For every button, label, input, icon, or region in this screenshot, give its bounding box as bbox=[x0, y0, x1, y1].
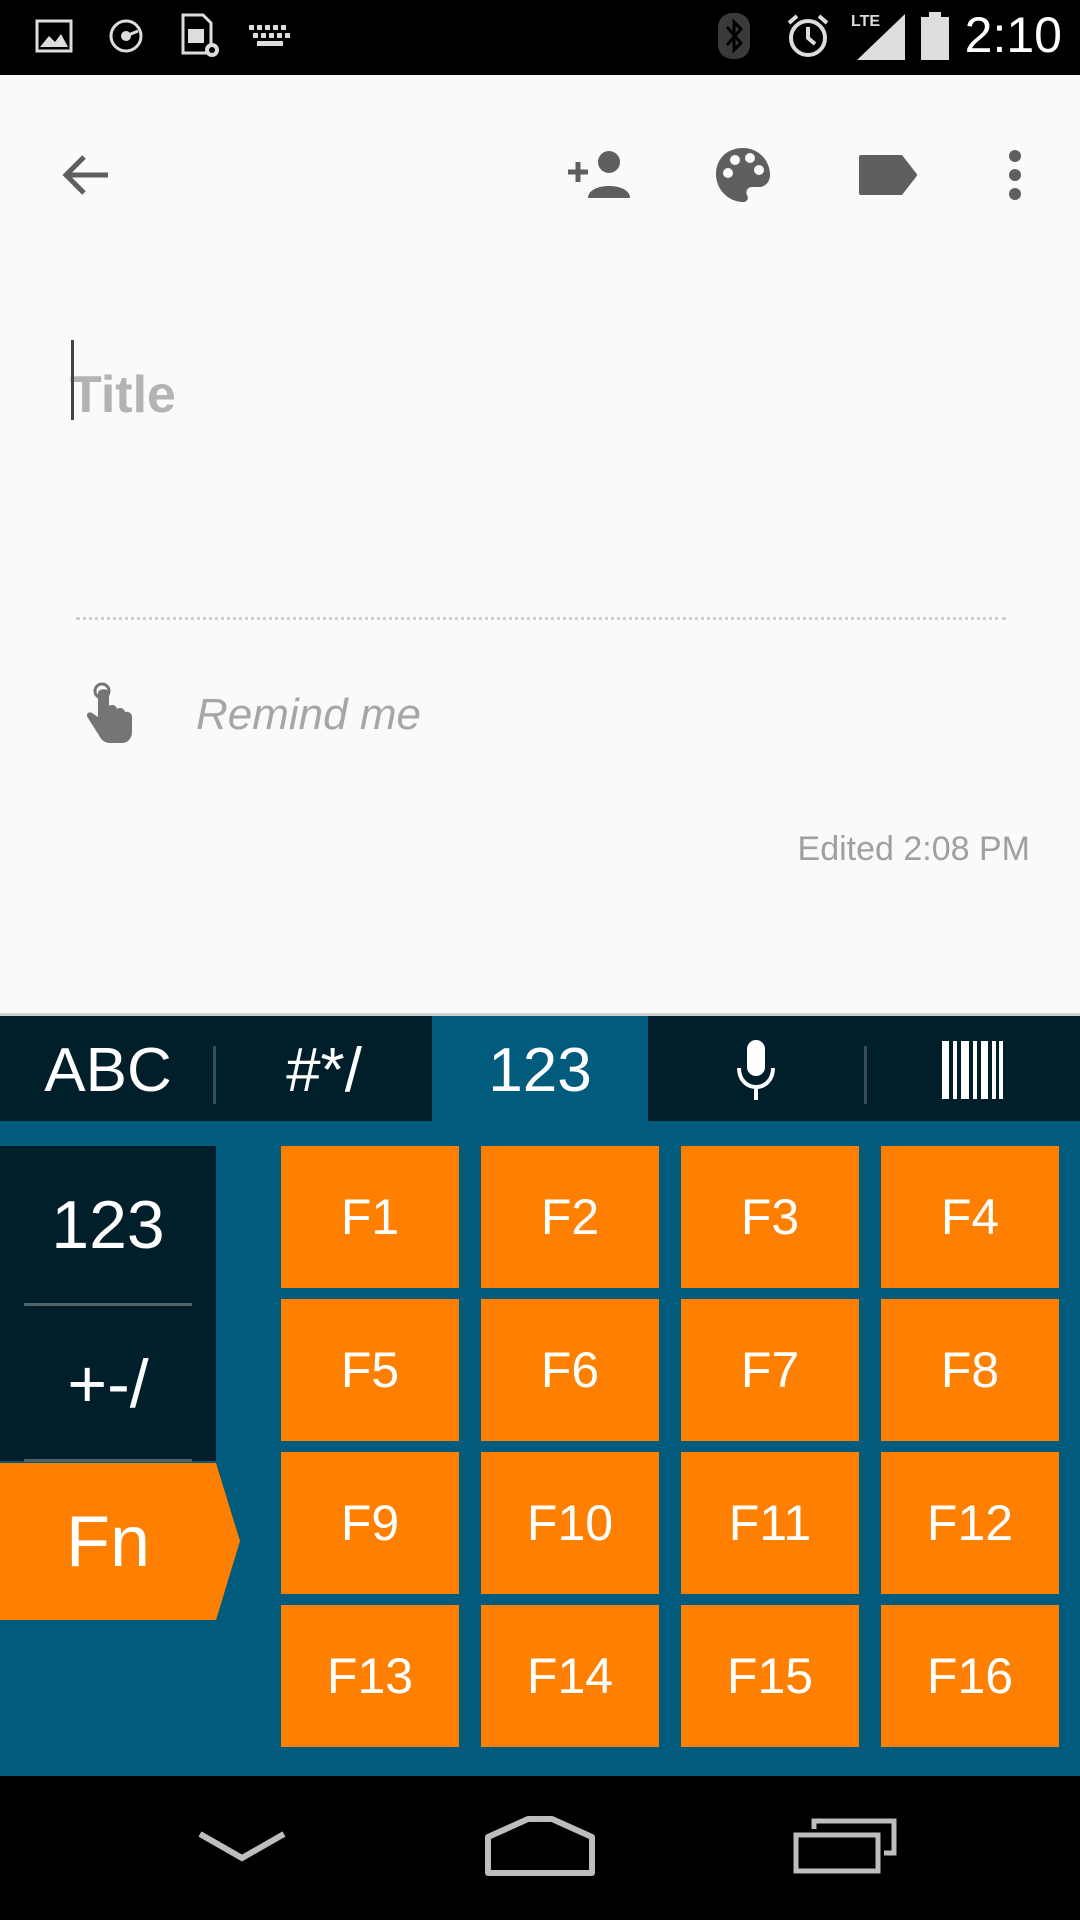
recents-icon[interactable] bbox=[775, 1796, 915, 1896]
text-cursor bbox=[71, 340, 74, 420]
image-icon bbox=[34, 10, 74, 62]
tab-abc[interactable]: ABC bbox=[0, 1016, 216, 1124]
navigation-bar bbox=[0, 1776, 1080, 1920]
barcode-icon[interactable] bbox=[864, 1016, 1080, 1124]
label-icon[interactable] bbox=[843, 130, 933, 220]
battery-icon bbox=[918, 10, 952, 62]
f1-key[interactable]: F1 bbox=[281, 1146, 459, 1288]
reminder-finger-icon bbox=[80, 681, 136, 750]
divider bbox=[76, 617, 1006, 620]
f2-key[interactable]: F2 bbox=[481, 1146, 659, 1288]
f9-key[interactable]: F9 bbox=[281, 1452, 459, 1594]
mode-fn-button[interactable]: Fn bbox=[0, 1463, 240, 1620]
note-editor: Remind me Edited 2:08 PM bbox=[0, 75, 1080, 1013]
f6-key[interactable]: F6 bbox=[481, 1299, 659, 1441]
more-vert-icon[interactable] bbox=[970, 130, 1060, 220]
f8-key[interactable]: F8 bbox=[881, 1299, 1059, 1441]
network-type-label: LTE bbox=[851, 13, 880, 30]
mode-math-button[interactable]: +-/ bbox=[0, 1306, 216, 1461]
bluetooth-icon bbox=[716, 10, 752, 62]
remind-me-label: Remind me bbox=[196, 690, 421, 739]
back-arrow-icon[interactable] bbox=[40, 130, 130, 220]
f4-key[interactable]: F4 bbox=[881, 1146, 1059, 1288]
f15-key[interactable]: F15 bbox=[681, 1605, 859, 1747]
tab-symbols[interactable]: #*/ bbox=[216, 1016, 432, 1124]
hide-keyboard-icon[interactable] bbox=[172, 1796, 312, 1896]
mode-fn-label: Fn bbox=[65, 1501, 151, 1582]
remind-me-button[interactable]: Remind me bbox=[80, 660, 680, 770]
sim-settings-icon bbox=[178, 10, 222, 62]
keyboard-tab-bar: ABC #*/ 123 bbox=[0, 1013, 1080, 1124]
home-icon[interactable] bbox=[470, 1796, 610, 1896]
mode-numbers-button[interactable]: 123 bbox=[0, 1146, 216, 1303]
f14-key[interactable]: F14 bbox=[481, 1605, 659, 1747]
add-collaborator-icon[interactable] bbox=[555, 130, 645, 220]
clock: 2:10 bbox=[964, 7, 1062, 63]
keyboard-icon bbox=[246, 10, 294, 62]
f7-key[interactable]: F7 bbox=[681, 1299, 859, 1441]
mic-icon[interactable] bbox=[648, 1016, 864, 1124]
f12-key[interactable]: F12 bbox=[881, 1452, 1059, 1594]
keyboard-mode-column: 123 +-/ bbox=[0, 1146, 216, 1462]
f5-key[interactable]: F5 bbox=[281, 1299, 459, 1441]
alarm-icon bbox=[784, 10, 832, 62]
f16-key[interactable]: F16 bbox=[881, 1605, 1059, 1747]
f11-key[interactable]: F11 bbox=[681, 1452, 859, 1594]
title-input[interactable] bbox=[70, 340, 970, 450]
f10-key[interactable]: F10 bbox=[481, 1452, 659, 1594]
signal-icon: LTE bbox=[850, 10, 908, 62]
tab-numbers[interactable]: 123 bbox=[432, 1016, 648, 1124]
f13-key[interactable]: F13 bbox=[281, 1605, 459, 1747]
f3-key[interactable]: F3 bbox=[681, 1146, 859, 1288]
sync-icon bbox=[106, 10, 146, 62]
edited-timestamp: Edited 2:08 PM bbox=[797, 830, 1030, 868]
palette-icon[interactable] bbox=[698, 130, 788, 220]
status-bar: LTE 2:10 bbox=[0, 0, 1080, 75]
mode-separator bbox=[24, 1459, 192, 1462]
